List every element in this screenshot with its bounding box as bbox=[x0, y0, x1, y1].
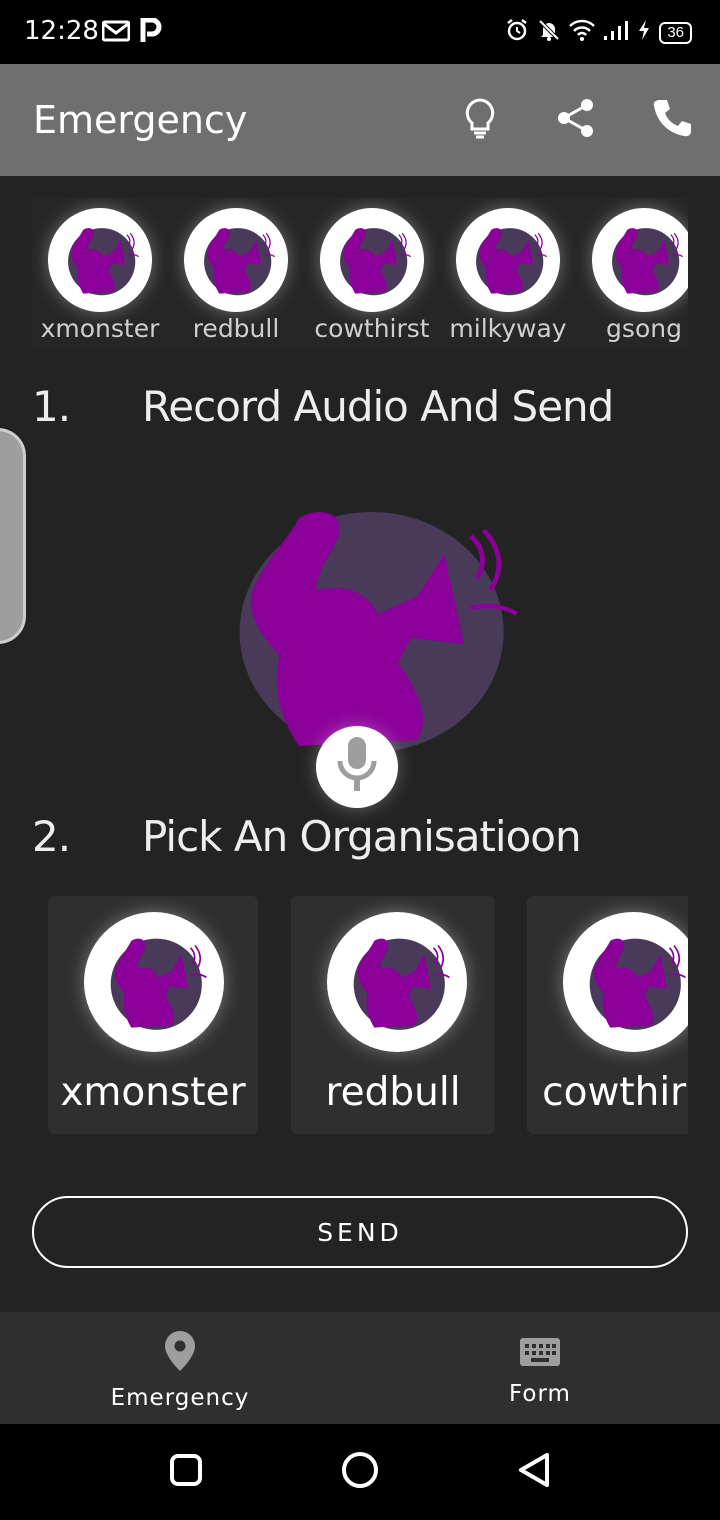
recents-icon bbox=[169, 1453, 203, 1492]
org-label: cowthirst bbox=[314, 314, 430, 343]
status-time: 12:28 bbox=[24, 16, 99, 46]
org-card-label: xmonster bbox=[60, 1070, 246, 1115]
main-content: xmonster redbull cowthirst milkyway gson… bbox=[0, 176, 720, 1312]
org-label: gsong bbox=[606, 314, 682, 343]
app-bar: Emergency bbox=[0, 64, 720, 176]
battery-icon: 36 bbox=[659, 21, 692, 44]
phone-icon bbox=[652, 98, 692, 143]
top-org-item[interactable]: xmonster bbox=[32, 198, 168, 348]
org-label: xmonster bbox=[40, 314, 160, 343]
org-avatar bbox=[84, 912, 224, 1052]
org-card-list[interactable]: xmonster redbull cowthirst bbox=[48, 896, 688, 1136]
back-button[interactable] bbox=[510, 1448, 558, 1496]
nav-label: Form bbox=[509, 1381, 571, 1407]
nav-label: Emergency bbox=[110, 1385, 250, 1411]
lightbulb-button[interactable] bbox=[454, 94, 506, 146]
org-avatar bbox=[563, 912, 688, 1052]
step-title: Record Audio And Send bbox=[142, 382, 614, 431]
phone-button[interactable] bbox=[646, 94, 698, 146]
send-button[interactable]: SEND bbox=[32, 1196, 688, 1268]
share-button[interactable] bbox=[550, 94, 602, 146]
org-avatar bbox=[456, 208, 560, 312]
org-card[interactable]: redbull bbox=[291, 896, 495, 1134]
top-org-item[interactable]: redbull bbox=[168, 198, 304, 348]
back-icon bbox=[517, 1452, 551, 1493]
system-navigation-bar bbox=[0, 1424, 720, 1520]
step-number: 2. bbox=[32, 812, 71, 861]
side-drawer-handle[interactable] bbox=[0, 428, 26, 644]
org-avatar bbox=[592, 208, 688, 312]
org-avatar bbox=[184, 208, 288, 312]
top-org-item[interactable]: gsong bbox=[576, 198, 688, 348]
wifi-icon bbox=[569, 19, 596, 46]
home-icon bbox=[341, 1451, 379, 1494]
org-card[interactable]: xmonster bbox=[48, 896, 258, 1134]
top-org-item[interactable]: milkyway bbox=[440, 198, 576, 348]
status-bar: 12:28 36 bbox=[0, 0, 720, 64]
org-label: redbull bbox=[192, 314, 280, 343]
step-2-heading: 2. Pick An Organisatioon bbox=[32, 812, 582, 861]
mute-icon bbox=[537, 18, 561, 47]
top-org-item[interactable]: cowthirst bbox=[304, 198, 440, 348]
share-icon bbox=[556, 98, 596, 143]
alarm-icon bbox=[505, 18, 529, 47]
step-1-heading: 1. Record Audio And Send bbox=[32, 382, 614, 431]
nav-item-emergency[interactable]: Emergency bbox=[0, 1312, 360, 1424]
nav-item-form[interactable]: Form bbox=[360, 1312, 720, 1424]
keyboard-icon bbox=[519, 1330, 561, 1373]
step-title: Pick An Organisatioon bbox=[142, 812, 582, 861]
org-card-label: redbull bbox=[325, 1070, 461, 1115]
home-button[interactable] bbox=[336, 1448, 384, 1496]
page-title: Emergency bbox=[33, 98, 248, 142]
record-audio-button[interactable] bbox=[316, 726, 398, 808]
org-avatar bbox=[48, 208, 152, 312]
top-org-list[interactable]: xmonster redbull cowthirst milkyway gson… bbox=[32, 198, 688, 348]
step-number: 1. bbox=[32, 382, 71, 431]
signal-icon bbox=[603, 19, 629, 46]
org-card[interactable]: cowthirst bbox=[527, 896, 688, 1134]
org-card-label: cowthirst bbox=[542, 1070, 688, 1115]
lightbulb-icon bbox=[463, 97, 497, 144]
org-avatar bbox=[327, 912, 467, 1052]
microphone-icon bbox=[335, 735, 379, 800]
gmail-icon bbox=[101, 20, 131, 47]
location-pin-icon bbox=[164, 1330, 196, 1377]
bottom-navigation: Emergency Form bbox=[0, 1312, 720, 1424]
org-avatar bbox=[320, 208, 424, 312]
parking-icon bbox=[140, 17, 162, 49]
recents-button[interactable] bbox=[162, 1448, 210, 1496]
charging-icon bbox=[637, 19, 651, 46]
org-label: milkyway bbox=[449, 314, 567, 343]
